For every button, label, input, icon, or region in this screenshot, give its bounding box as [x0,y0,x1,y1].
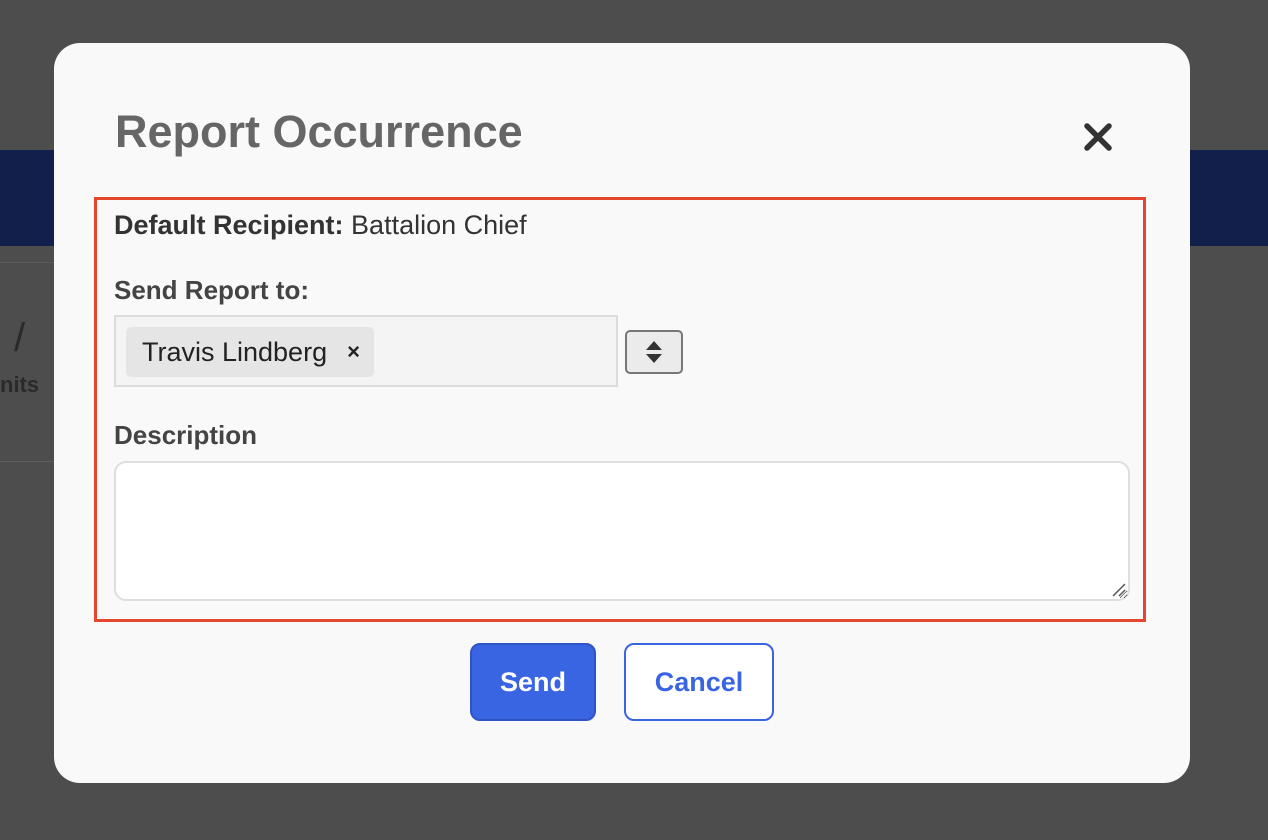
recipient-dropdown-toggle[interactable] [625,330,683,374]
recipient-tag-name: Travis Lindberg [142,336,328,367]
recipient-tag: Travis Lindberg × [126,327,374,377]
background-units-text: nits [0,372,40,397]
modal-title: Report Occurrence [115,106,523,157]
recipient-select[interactable]: Travis Lindberg × [114,315,618,387]
send-button[interactable]: Send [470,643,596,721]
report-occurrence-modal: Report Occurrence Default Recipient: Bat… [54,43,1190,783]
close-button[interactable] [1076,115,1120,159]
close-icon [1084,123,1112,151]
description-label: Description [114,420,258,450]
cancel-button[interactable]: Cancel [624,643,774,721]
background-slash-text: / [14,316,26,360]
default-recipient-label: Default Recipient: [114,210,344,240]
description-input[interactable] [114,461,1130,601]
remove-recipient-icon[interactable]: × [347,339,360,365]
resize-grip-icon[interactable] [1110,581,1126,597]
default-recipient-value: Battalion Chief [351,210,527,240]
default-recipient: Default Recipient: Battalion Chief [114,210,527,241]
up-down-chevron-icon [646,341,662,363]
send-report-to-label: Send Report to: [114,275,309,305]
